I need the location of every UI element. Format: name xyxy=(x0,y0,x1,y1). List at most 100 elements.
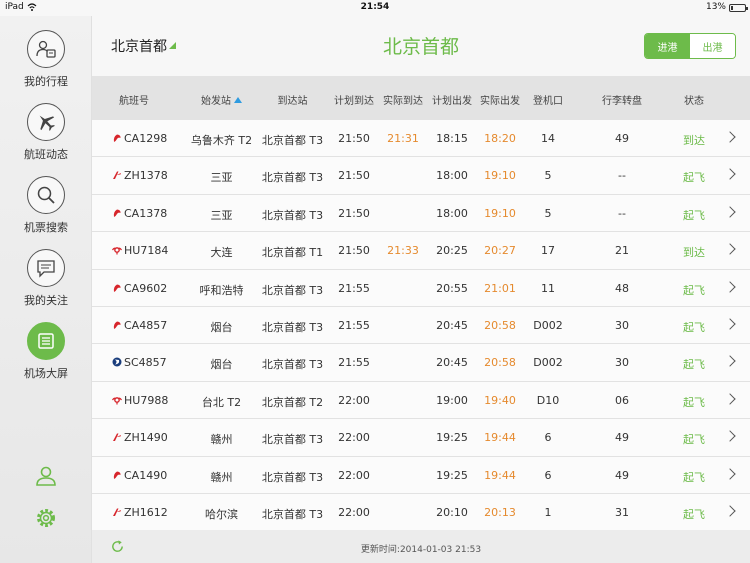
nav-label-ticket-search: 机票搜索 xyxy=(24,221,68,234)
flight-table: 航班号 始发站 到达站 计划到达 实际到达 计划出发 实际出发 登机口 行李转盘… xyxy=(92,76,750,532)
chevron-right-icon xyxy=(724,168,736,181)
cell-status: 起飞 xyxy=(683,507,705,521)
table-row[interactable]: ZH1612 哈尔滨 北京首都 T3 22:00 20:10 20:13 1 31 起飞 xyxy=(92,493,750,532)
cell-flight: HU7988 xyxy=(112,394,168,407)
cell-scheduled-departure: 20:45 xyxy=(436,318,468,332)
air-china-logo-icon xyxy=(113,134,121,142)
cell-scheduled-departure: 20:45 xyxy=(436,356,468,370)
chevron-right-icon xyxy=(724,393,736,405)
cell-status: 起飞 xyxy=(683,320,705,334)
cell-origin: 呼和浩特 xyxy=(199,283,244,297)
cell-flight: CA9602 xyxy=(112,282,167,295)
cell-flight: CA4857 xyxy=(112,319,167,332)
table-row[interactable]: HU7988 台北 T2 北京首都 T2 22:00 19:00 19:40 D10 06 起飞 xyxy=(92,381,750,420)
cell-scheduled-departure: 19:00 xyxy=(436,393,468,407)
col-flight-number[interactable]: 航班号 xyxy=(102,92,166,107)
cell-gate: 17 xyxy=(541,244,555,258)
col-baggage-carousel[interactable]: 行李转盘 xyxy=(592,92,652,107)
nav-label-flight-status: 航班动态 xyxy=(24,148,68,161)
cell-destination: 北京首都 T3 xyxy=(261,134,324,147)
tab-departures[interactable]: 出港 xyxy=(690,34,735,58)
table-header: 航班号 始发站 到达站 计划到达 实际到达 计划出发 实际出发 登机口 行李转盘… xyxy=(92,76,750,120)
cell-flight: CA1378 xyxy=(112,207,167,220)
table-row[interactable]: CA1298 乌鲁木齐 T2 北京首都 T3 21:50 21:31 18:15 18:20… xyxy=(92,120,750,158)
table-row[interactable]: CA1490 赣州 北京首都 T3 22:00 19:25 19:44 6 49 起飞 xyxy=(92,456,750,494)
settings-gear-icon[interactable] xyxy=(34,506,58,530)
sidebar: 我的行程 航班动态 机票搜索 我的关注 机场大屏 xyxy=(0,16,92,563)
chevron-right-icon xyxy=(724,243,736,255)
cell-status: 起飞 xyxy=(683,208,705,222)
cell-actual-departure: 19:10 xyxy=(484,206,516,220)
chevron-right-icon xyxy=(724,318,736,330)
col-actual-departure[interactable]: 实际出发 xyxy=(476,92,524,107)
cell-scheduled-arrival: 21:55 xyxy=(338,356,370,370)
cell-scheduled-arrival: 22:00 xyxy=(338,431,370,445)
cell-flight-number: CA4857 xyxy=(124,318,168,332)
cell-baggage-carousel: 49 xyxy=(615,468,629,482)
nav-label-my-follows: 我的关注 xyxy=(24,294,68,307)
battery-icon xyxy=(729,4,748,12)
cell-origin: 赣州 xyxy=(210,470,233,484)
cell-actual-departure: 18:20 xyxy=(484,132,516,145)
cell-scheduled-departure: 19:25 xyxy=(436,468,468,482)
cell-origin: 哈尔滨 xyxy=(205,507,238,521)
nav-item-my-follows[interactable]: 我的关注 xyxy=(0,249,92,319)
cell-destination: 北京首都 T2 xyxy=(261,395,324,409)
nav-item-itinerary[interactable]: 我的行程 xyxy=(0,30,92,100)
cell-flight-number: ZH1378 xyxy=(124,169,168,183)
nav-item-airport-screen[interactable]: 机场大屏 xyxy=(0,322,92,392)
tab-arrivals[interactable]: 进港 xyxy=(645,34,690,58)
nav-item-ticket-search[interactable]: 机票搜索 xyxy=(0,176,92,246)
cell-status: 起飞 xyxy=(683,283,705,297)
cell-gate: D10 xyxy=(536,393,560,407)
header: 北京首都 北京首都 进港 出港 xyxy=(92,16,750,76)
chevron-right-icon xyxy=(724,467,736,480)
col-scheduled-departure[interactable]: 计划出发 xyxy=(428,92,476,107)
status-bar: iPad 21:54 13% xyxy=(0,0,750,16)
cell-flight-number: HU7988 xyxy=(124,393,169,407)
cell-status: 到达 xyxy=(683,134,705,147)
col-gate[interactable]: 登机口 xyxy=(526,92,570,107)
table-row[interactable]: CA9602 呼和浩特 北京首都 T3 21:55 20:55 21:01 11 48 起飞 xyxy=(92,269,750,307)
col-origin[interactable]: 始发站 xyxy=(184,92,259,107)
cell-origin: 台北 T2 xyxy=(201,395,242,409)
hainan-airlines-logo-icon xyxy=(112,396,122,405)
cell-status: 起飞 xyxy=(683,470,705,484)
table-row[interactable]: HU7184 大连 北京首都 T1 21:50 21:33 20:25 20:27 17 21 到… xyxy=(92,232,750,270)
nav-item-flight-status[interactable]: 航班动态 xyxy=(0,103,92,173)
cell-scheduled-arrival: 21:55 xyxy=(338,318,370,332)
chevron-right-icon xyxy=(724,131,736,143)
col-destination[interactable]: 到达站 xyxy=(255,92,330,107)
sort-ascending-icon xyxy=(234,97,242,103)
cell-baggage-carousel: 30 xyxy=(615,356,629,370)
cell-destination: 北京首都 T3 xyxy=(261,507,324,521)
table-row[interactable]: ZH1490 赣州 北京首都 T3 22:00 19:25 19:44 6 49 起飞 xyxy=(92,419,750,457)
cell-flight-number: SC4857 xyxy=(124,356,167,370)
cell-actual-departure: 20:58 xyxy=(484,318,516,332)
table-row[interactable]: ZH1378 三亚 北京首都 T3 21:50 18:00 19:10 5 -- 起飞 xyxy=(92,157,750,195)
col-scheduled-arrival[interactable]: 计划到达 xyxy=(330,92,378,107)
cell-gate: 14 xyxy=(541,132,555,145)
cell-scheduled-departure: 19:25 xyxy=(436,431,468,445)
cell-origin: 赣州 xyxy=(210,433,233,447)
cell-scheduled-arrival: 21:50 xyxy=(338,132,370,145)
chevron-right-icon xyxy=(724,280,736,293)
cell-scheduled-arrival: 21:55 xyxy=(338,281,370,295)
table-row[interactable]: SC4857 烟台 北京首都 T3 21:55 20:45 20:58 D002 30 起飞 xyxy=(92,344,750,382)
air-china-logo-icon xyxy=(113,471,121,479)
cell-destination: 北京首都 T3 xyxy=(261,283,324,297)
col-actual-arrival[interactable]: 实际到达 xyxy=(379,92,427,107)
cell-origin: 三亚 xyxy=(210,208,233,222)
col-status[interactable]: 状态 xyxy=(674,92,714,107)
cell-scheduled-arrival: 22:00 xyxy=(338,468,370,482)
cell-baggage-carousel: 06 xyxy=(615,393,629,407)
cell-gate: 6 xyxy=(544,431,552,445)
cell-actual-departure: 20:13 xyxy=(484,505,516,519)
table-row[interactable]: CA4857 烟台 北京首都 T3 21:55 20:45 20:58 D002 30 起飞 xyxy=(92,306,750,345)
last-updated-text: 更新时间:2014-01-03 21:53 xyxy=(360,545,482,555)
user-icon[interactable] xyxy=(34,464,58,488)
cell-status: 到达 xyxy=(683,246,705,260)
table-row[interactable]: CA1378 三亚 北京首都 T3 21:50 18:00 19:10 5 -- 起飞 xyxy=(92,194,750,233)
air-china-logo-icon xyxy=(113,284,121,292)
cell-scheduled-arrival: 21:50 xyxy=(338,244,370,258)
